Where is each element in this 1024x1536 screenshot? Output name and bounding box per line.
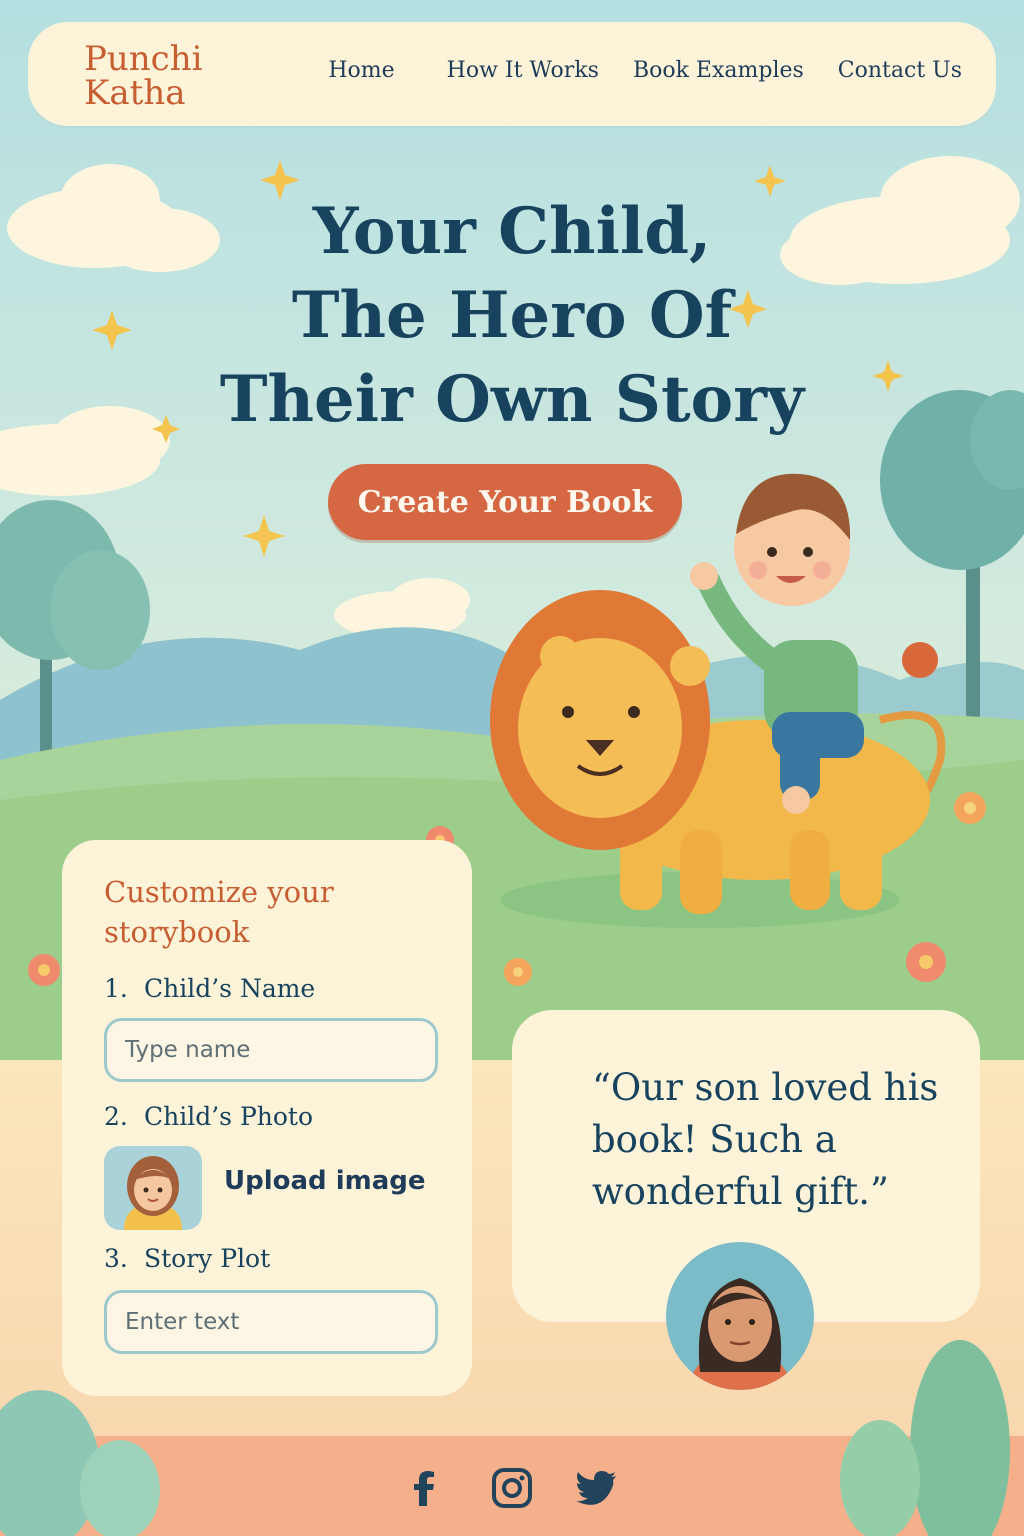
step-child-photo-label: 2. Child’s Photo [104, 1102, 313, 1131]
testimonial-card: “Our son loved his book! Such a wonderfu… [512, 1010, 980, 1390]
testimonial-quote: “Our son loved his book! Such a wonderfu… [592, 1066, 939, 1213]
parent-avatar-icon [690, 1278, 790, 1390]
step-label-text: Story Plot [144, 1244, 271, 1273]
nav-link-contact-us[interactable]: Contact Us [838, 58, 962, 83]
step-story-plot-label: 3. Story Plot [104, 1244, 270, 1273]
child-photo-thumbnail[interactable] [104, 1146, 202, 1230]
step-number: 1. [104, 974, 128, 1003]
create-book-button[interactable]: Create Your Book [328, 464, 682, 540]
step-label-text: Child’s Name [144, 974, 316, 1003]
child-name-input[interactable] [104, 1018, 438, 1082]
brand-logo[interactable]: Punchi Katha [84, 42, 254, 110]
upload-image-button[interactable]: Upload image [224, 1166, 426, 1196]
step-number: 3. [104, 1244, 128, 1273]
hero-title-line2: The Hero Of [291, 278, 733, 353]
hero-title-line1: Your Child, [312, 194, 712, 269]
main-nav: Home How It Works Book Examples Contact … [328, 58, 962, 83]
brand-name-line2: Katha [84, 73, 186, 113]
page: Punchi Katha Home How It Works Book Exam… [0, 0, 1024, 1536]
step-child-name-label: 1. Child’s Name [104, 974, 315, 1003]
hero-title-line3: Their Own Story [219, 362, 805, 437]
hero-title: Your Child, The Hero Of Their Own Story [150, 190, 874, 442]
instagram-icon[interactable] [490, 1466, 534, 1510]
step-label-text: Child’s Photo [144, 1102, 314, 1131]
step-number: 2. [104, 1102, 128, 1131]
nav-link-book-examples[interactable]: Book Examples [633, 58, 804, 83]
form-title: Customize your storybook [104, 875, 334, 949]
customize-form-card: Customize your storybook 1. Child’s Name … [62, 840, 472, 1396]
navbar: Punchi Katha Home How It Works Book Exam… [28, 22, 996, 126]
testimonial-avatar [666, 1242, 814, 1390]
story-plot-input[interactable] [104, 1290, 438, 1354]
twitter-icon[interactable] [576, 1466, 620, 1510]
nav-link-how-it-works[interactable]: How It Works [447, 58, 599, 83]
child-avatar-icon [124, 1156, 182, 1230]
brand-name-line1: Punchi [84, 39, 203, 79]
facebook-icon[interactable] [402, 1466, 446, 1510]
nav-link-home[interactable]: Home [328, 58, 394, 83]
